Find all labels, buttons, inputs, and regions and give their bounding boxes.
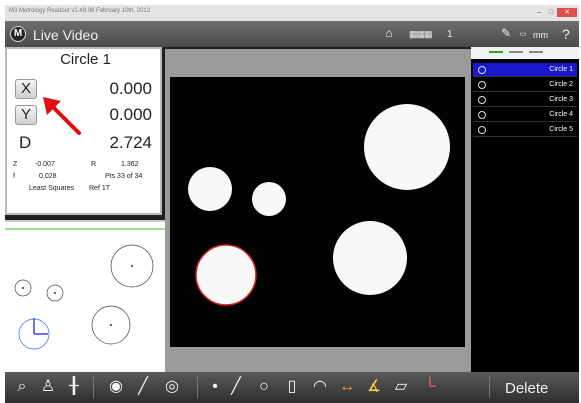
dro-panel: Circle 1 X 0.000 Y 0.000 D 2.724 Z -0.00…: [5, 47, 162, 215]
target-icon[interactable]: ◎: [161, 376, 183, 398]
screen-title: Live Video: [33, 27, 99, 43]
red-arrow-annotation: [43, 97, 81, 135]
circle-feature-icon: [478, 111, 486, 119]
app-window: M3 Metrology Readout v1.48.06 February 1…: [5, 5, 579, 403]
help-button[interactable]: ?: [562, 26, 570, 42]
feature-list: Circle 1 Circle 2 Circle 3 Circle 4 Circ…: [471, 47, 579, 372]
x-value: 0.000: [109, 79, 152, 98]
feature-item-circle-3[interactable]: Circle 3: [473, 93, 577, 107]
window-title: M3 Metrology Readout v1.48.06 February 1…: [9, 8, 151, 14]
slot-measure-icon[interactable]: ▯: [281, 376, 303, 398]
units-toggle[interactable]: mm: [533, 30, 548, 40]
part-view-canvas: [5, 228, 165, 350]
app-logo: M: [10, 26, 26, 42]
window-titlebar: M3 Metrology Readout v1.48.06 February 1…: [5, 5, 579, 21]
diameter-value: 2.724: [109, 133, 152, 152]
video-circle-large-2: [333, 221, 407, 295]
circle-feature-icon: [478, 126, 486, 134]
circle-measure-icon[interactable]: ○: [253, 376, 275, 398]
edge-tool-icon[interactable]: ╱: [133, 376, 153, 398]
video-circle-large-1: [364, 104, 450, 190]
bottom-toolbar: ⌕ ♙ ╂ ◉ ╱ ◎ • ╱ ○ ▯ ◠ ↔ ∡ ▱ └ Delete: [5, 372, 579, 403]
light-icon[interactable]: ◉: [105, 376, 127, 398]
close-button[interactable]: ✕: [557, 8, 577, 17]
maximize-button[interactable]: □: [545, 8, 557, 17]
form-value: 0.028: [39, 173, 57, 180]
fit-method: Least Squares: [29, 185, 75, 192]
live-video-view[interactable]: [170, 77, 465, 347]
x-axis-zero-button[interactable]: X: [15, 79, 37, 99]
feature-item-label: Circle 3: [549, 96, 573, 103]
form-label: f: [13, 173, 15, 180]
axis-icon[interactable]: ▭: [516, 30, 530, 38]
part-view[interactable]: [5, 220, 165, 372]
y-value: 0.000: [109, 105, 152, 124]
feature-item-circle-2[interactable]: Circle 2: [473, 78, 577, 92]
video-circle-small-2: [252, 182, 286, 216]
z-label: Z: [13, 161, 18, 168]
point-measure-icon[interactable]: •: [209, 376, 221, 398]
feature-item-circle-1[interactable]: Circle 1: [473, 63, 577, 77]
feature-item-label: Circle 5: [549, 126, 573, 133]
distance-measure-icon[interactable]: ↔: [335, 376, 359, 398]
line-measure-icon[interactable]: ╱: [225, 376, 247, 398]
skew-measure-icon[interactable]: └: [419, 376, 441, 398]
angle-measure-icon[interactable]: ∡: [363, 376, 385, 398]
probe-icon[interactable]: ✎: [499, 26, 513, 40]
video-circle-small-1: [188, 167, 232, 211]
home-icon[interactable]: ⌂: [379, 26, 399, 40]
feature-title: Circle 1: [60, 51, 111, 68]
circle-feature-icon: [478, 96, 486, 104]
z-value: -0.007: [35, 161, 55, 168]
points-count: Pts 33 of 34: [105, 173, 143, 180]
feature-item-circle-4[interactable]: Circle 4: [473, 108, 577, 122]
feature-list-tabs[interactable]: [471, 47, 579, 59]
y-axis-zero-button[interactable]: Y: [15, 105, 37, 125]
blob-measure-icon[interactable]: ▱: [389, 376, 413, 398]
video-feed: [188, 104, 450, 306]
radius-value: 1.362: [121, 161, 139, 168]
app-header: M Live Video ⌂ ▦▦▦ 1 ✎ ▭ mm ?: [5, 21, 579, 47]
feature-item-label: Circle 1: [549, 66, 573, 73]
dro-display-icon[interactable]: ▦▦▦: [409, 29, 433, 40]
arc-measure-icon[interactable]: ◠: [309, 376, 331, 398]
diameter-label: D: [19, 133, 32, 152]
video-circle-measured: [195, 244, 257, 306]
feature-item-circle-5[interactable]: Circle 5: [473, 123, 577, 137]
circle-feature-icon: [478, 81, 486, 89]
feature-item-label: Circle 2: [549, 81, 573, 88]
minimize-button[interactable]: –: [533, 8, 545, 17]
crosshair-icon[interactable]: ╂: [67, 376, 81, 398]
zoom-icon[interactable]: ⌕: [11, 376, 33, 398]
delete-button[interactable]: Delete: [505, 380, 548, 397]
probe-tool-icon[interactable]: ♙: [37, 376, 59, 398]
display-count: 1: [447, 29, 453, 40]
feature-item-label: Circle 4: [549, 111, 573, 118]
reference: Ref 1T: [89, 185, 111, 192]
circle-feature-icon: [478, 66, 486, 74]
radius-label: R: [91, 161, 97, 168]
